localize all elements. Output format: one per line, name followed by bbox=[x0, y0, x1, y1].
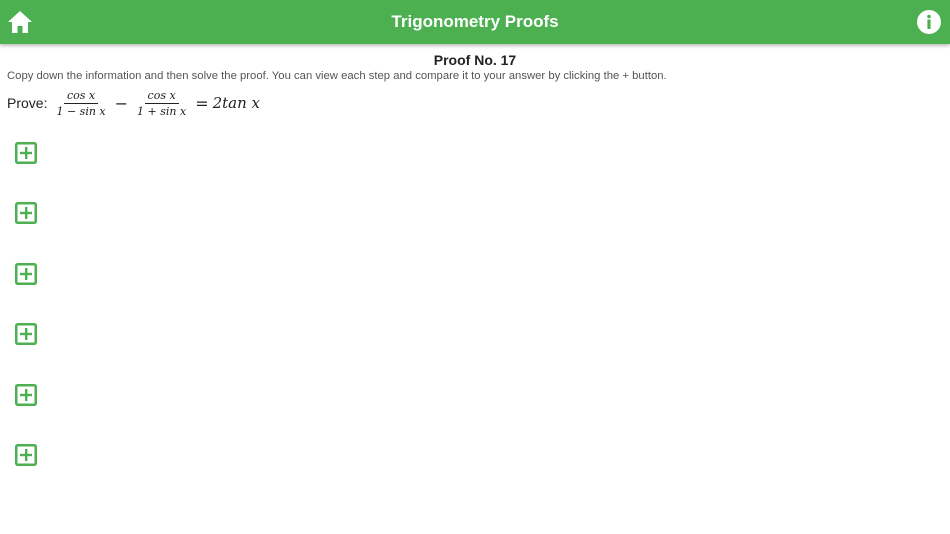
step-4-expand-button[interactable] bbox=[15, 323, 37, 345]
prove-label: Prove: bbox=[7, 95, 48, 111]
step-2-expand-button[interactable] bbox=[15, 202, 37, 224]
info-icon bbox=[917, 10, 941, 34]
fraction-2: cos x 1 + sin x bbox=[134, 89, 189, 118]
plus-box-icon bbox=[15, 202, 37, 224]
fraction-2-denominator: 1 + sin x bbox=[137, 104, 187, 118]
right-hand-side: 2tan x bbox=[212, 94, 260, 112]
proof-title: Proof No. 17 bbox=[433, 52, 517, 68]
prove-statement: Prove: cos x 1 − sin x − cos x 1 + sin x… bbox=[7, 86, 260, 120]
step-5-expand-button[interactable] bbox=[15, 384, 37, 406]
plus-box-icon bbox=[15, 142, 37, 164]
minus-operator: − bbox=[114, 93, 129, 113]
step-6-expand-button[interactable] bbox=[15, 444, 37, 466]
fraction-1-denominator: 1 − sin x bbox=[56, 104, 106, 118]
instructions-text: Copy down the information and then solve… bbox=[7, 70, 667, 82]
info-button[interactable] bbox=[916, 9, 942, 35]
plus-box-icon bbox=[15, 384, 37, 406]
step-3-expand-button[interactable] bbox=[15, 263, 37, 285]
plus-box-icon bbox=[15, 444, 37, 466]
plus-box-icon bbox=[15, 263, 37, 285]
plus-box-icon bbox=[15, 323, 37, 345]
fraction-2-numerator: cos x bbox=[144, 89, 179, 104]
equals-operator: = bbox=[195, 93, 209, 113]
app-header: Trigonometry Proofs bbox=[0, 0, 950, 44]
fraction-1-numerator: cos x bbox=[63, 89, 99, 104]
fraction-1: cos x 1 − sin x bbox=[53, 89, 108, 118]
step-1-expand-button[interactable] bbox=[15, 142, 37, 164]
identity-expression: cos x 1 − sin x − cos x 1 + sin x = 2tan… bbox=[51, 89, 260, 118]
page-title: Trigonometry Proofs bbox=[391, 12, 559, 31]
